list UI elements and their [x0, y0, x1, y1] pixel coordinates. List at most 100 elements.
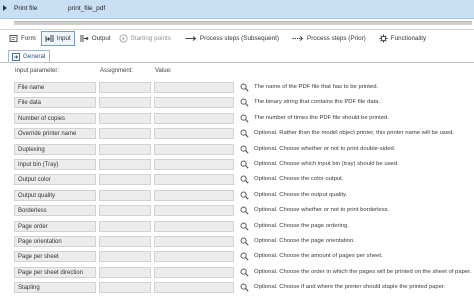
value-field[interactable] [154, 159, 234, 170]
parameter-name-field: Duplexing [14, 143, 96, 155]
value-field[interactable] [154, 97, 234, 109]
search-icon[interactable] [240, 252, 249, 261]
search-icon[interactable] [240, 206, 249, 215]
assignment-field[interactable] [99, 112, 151, 124]
starting-points-icon [119, 34, 128, 43]
assignment-field[interactable] [99, 251, 151, 263]
value-field[interactable] [154, 112, 234, 124]
assignment-field[interactable] [99, 189, 151, 201]
assignment-field[interactable] [99, 205, 151, 217]
search-icon[interactable] [240, 222, 249, 231]
parameter-description: Optional. Choose the amount of pages per… [254, 253, 383, 260]
value-field[interactable] [154, 220, 234, 232]
parameter-name: Page per sheet [18, 254, 59, 261]
assignment-field[interactable] [99, 128, 151, 140]
assignment-field[interactable] [99, 236, 151, 247]
parameter-name: Page per sheet direction [18, 269, 84, 276]
value-field[interactable] [154, 251, 234, 263]
parameter-row: Input bin (Tray) Optional. Choose which i… [0, 159, 474, 172]
column-assignment: Assignment: [100, 68, 134, 74]
tab-functionality[interactable]: Functionality [376, 32, 429, 45]
tab-process-steps-prior[interactable]: Process steps (Prior) [289, 32, 369, 45]
parameter-name: Output color [18, 177, 51, 184]
search-icon[interactable] [240, 191, 249, 200]
assignment-field[interactable] [99, 174, 151, 186]
search-icon[interactable] [240, 98, 249, 107]
search-icon[interactable] [240, 114, 249, 123]
parameter-description: Optional. Choose whether or not to print… [254, 145, 396, 152]
value-field[interactable] [154, 143, 234, 155]
value-field[interactable] [154, 82, 234, 93]
subtab-general[interactable]: General [8, 50, 51, 62]
parameter-description: The number of times the PDF file should … [254, 114, 389, 121]
element-header-row[interactable]: Print file print_file_pdf [0, 0, 474, 19]
tab-form[interactable]: Form [6, 32, 39, 45]
assignment-field[interactable] [99, 159, 151, 170]
parameter-name-field: Output color [14, 174, 96, 186]
tab-output[interactable]: Output [77, 32, 114, 45]
tab-input[interactable]: Input [40, 31, 75, 46]
value-field[interactable] [154, 205, 234, 217]
parameter-description: Optional. Choose the output quality. [254, 191, 348, 198]
parameter-description: Optional. Choose the color output. [254, 176, 344, 183]
tab-process-steps-subsequent[interactable]: Process steps (Subsequent) [182, 32, 282, 45]
expand-arrow-icon[interactable] [3, 5, 7, 11]
value-field[interactable] [154, 174, 234, 186]
tab-form-label: Form [21, 35, 36, 42]
assignment-field[interactable] [99, 82, 151, 93]
search-icon[interactable] [240, 145, 249, 154]
tab-functionality-label: Functionality [390, 35, 427, 42]
parameter-name-field: Page orientation [14, 236, 96, 247]
search-icon[interactable] [240, 83, 249, 92]
parameter-description: The name of the PDF file that has to be … [254, 84, 379, 90]
value-field[interactable] [154, 189, 234, 201]
tab-starting-points[interactable]: Starting points [116, 32, 174, 45]
assignment-field[interactable] [99, 282, 151, 294]
assignment-field[interactable] [99, 220, 151, 232]
parameter-name: Input bin (Tray) [18, 162, 59, 168]
parameter-description: Optional. Choose whether or not to print… [254, 207, 390, 214]
parameter-row: Duplexing Optional. Choose whether or not… [0, 143, 474, 157]
parameter-name: File data [18, 100, 42, 107]
parameter-name-field: File name [14, 82, 96, 93]
parameter-description: Optional. Choose which input bin (tray) … [254, 161, 399, 167]
assignment-field[interactable] [99, 266, 151, 278]
parameter-row: Page per sheet Optional. Choose the amoun… [0, 251, 474, 264]
value-field[interactable] [154, 236, 234, 247]
prior-steps-icon [292, 34, 304, 43]
parameter-row: Page order Optional. Choose the page orde… [0, 220, 474, 234]
parameter-name-field: Input bin (Tray) [14, 159, 96, 170]
search-icon[interactable] [240, 160, 249, 169]
parameter-name-field: Stapling [14, 282, 96, 294]
tab-output-label: Output [91, 35, 111, 42]
parameter-name: Page order [18, 223, 48, 230]
parameter-row: Override printer name Optional. Rather th… [0, 128, 474, 141]
parameter-name: Page orientation [18, 239, 62, 245]
parameter-row: File name The name of the PDF file that h… [0, 82, 474, 95]
search-icon[interactable] [240, 237, 249, 246]
parameter-name: Output quality [18, 192, 56, 199]
parameter-row: Borderless Optional. Choose whether or no… [0, 205, 474, 218]
value-field[interactable] [154, 282, 234, 294]
parameter-row: Page orientation Optional. Choose the pag… [0, 236, 474, 249]
search-icon[interactable] [240, 283, 249, 292]
output-icon [80, 34, 89, 43]
value-field[interactable] [154, 266, 234, 278]
parameter-row: Page per sheet direction Optional. Choose… [0, 266, 474, 280]
parameter-row: Output color Optional. Choose the color o… [0, 174, 474, 187]
parameter-name: Number of copies [18, 115, 66, 122]
header-panel [14, 21, 472, 25]
search-icon[interactable] [240, 175, 249, 184]
functionality-icon [379, 34, 388, 43]
search-icon[interactable] [240, 268, 249, 277]
parameter-name-field: Number of copies [14, 112, 96, 124]
parameter-name-field: Override printer name [14, 128, 96, 140]
assignment-field[interactable] [99, 97, 151, 109]
parameter-name-field: Output quality [14, 189, 96, 201]
parameter-name: Stapling [18, 285, 40, 292]
search-icon[interactable] [240, 129, 249, 138]
header-label: Print file [14, 5, 38, 12]
parameter-description: Optional. Choose the order in which the … [254, 268, 472, 275]
value-field[interactable] [154, 128, 234, 140]
assignment-field[interactable] [99, 143, 151, 155]
